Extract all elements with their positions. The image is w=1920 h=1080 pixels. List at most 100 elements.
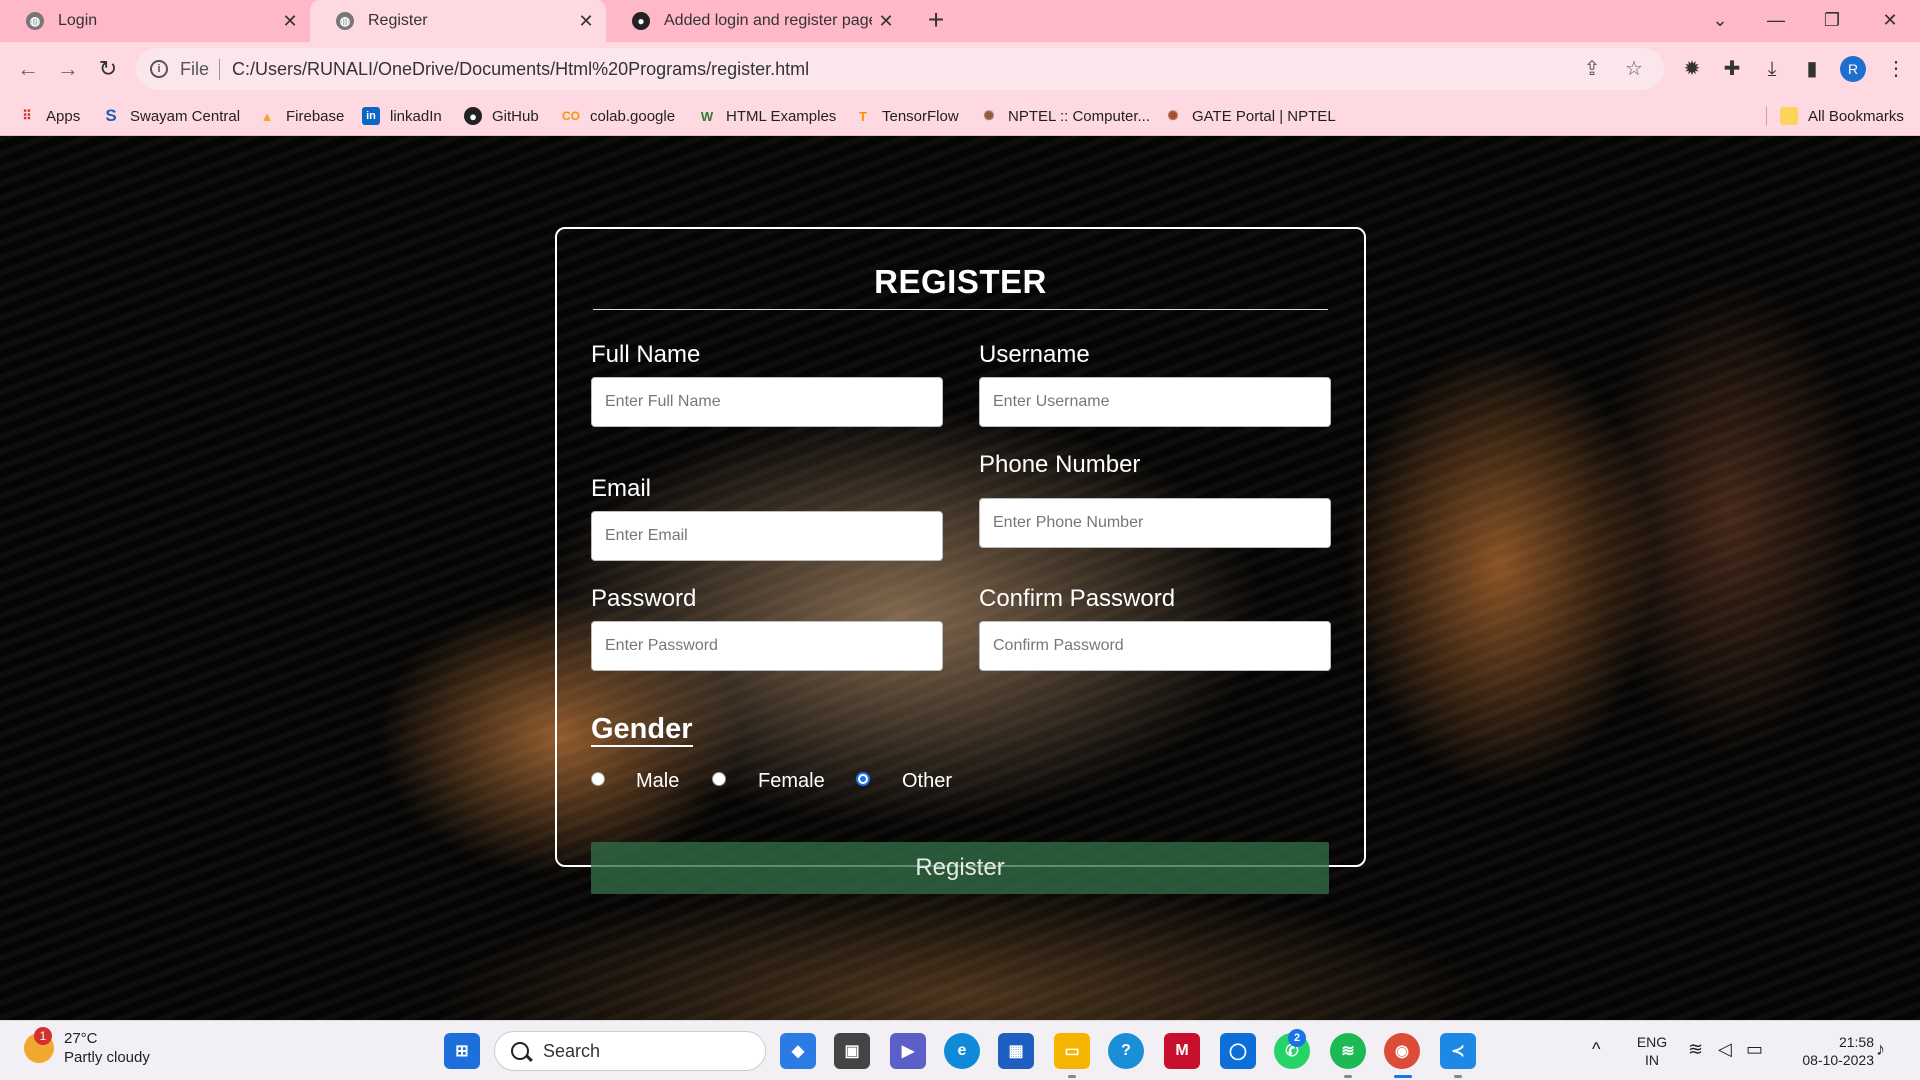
notification-bell-icon[interactable]: ♪ [1876, 1039, 1885, 1060]
all-bookmarks[interactable]: All Bookmarks [1780, 96, 1904, 136]
minimize-icon[interactable]: — [1756, 4, 1796, 36]
bookmark-label: GATE Portal | NPTEL [1192, 107, 1336, 125]
bookmark-nptel[interactable]: ✺ NPTEL :: Computer... [980, 96, 1150, 136]
vscode-icon[interactable]: ≺ [1440, 1033, 1476, 1069]
close-tab-icon[interactable]: ✕ [872, 11, 900, 32]
gender-label: Gender [591, 713, 693, 747]
star-icon[interactable]: ☆ [1618, 48, 1650, 90]
register-form: REGISTER Full Name Username Email Phone … [555, 227, 1366, 894]
forward-arrow-icon[interactable]: → [52, 53, 84, 85]
tab-github[interactable]: ● Added login and register pages ✕ [606, 0, 906, 42]
radio-other[interactable] [856, 772, 870, 786]
radio-female-label[interactable]: Female [758, 770, 825, 793]
bookmark-tensorflow[interactable]: T TensorFlow [854, 96, 959, 136]
close-tab-icon[interactable]: ✕ [572, 11, 600, 32]
username-input[interactable] [979, 377, 1331, 427]
weather-badge: 1 [34, 1027, 52, 1045]
extension-bug-icon[interactable]: ✹ [1676, 53, 1708, 85]
email-label: Email [591, 475, 652, 502]
bookmark-colab[interactable]: CO colab.google [562, 96, 675, 136]
bookmark-html-examples[interactable]: W HTML Examples [698, 96, 836, 136]
weather-widget[interactable]: 1 27°C Partly cloudy [24, 1027, 150, 1067]
edge-icon[interactable]: e [944, 1033, 980, 1069]
phone-input[interactable] [979, 498, 1331, 548]
globe-icon: ◍ [336, 12, 354, 30]
restore-icon[interactable]: ❐ [1812, 4, 1852, 36]
bookmark-github[interactable]: ● GitHub [464, 96, 539, 136]
chevron-up-icon[interactable]: ^ [1592, 1039, 1600, 1060]
apps-grid-icon: ⠿ [22, 108, 32, 123]
running-indicator [1454, 1075, 1462, 1078]
whatsapp-badge: 2 [1288, 1029, 1306, 1047]
alexa-icon[interactable]: ◯ [1220, 1033, 1256, 1069]
folder-icon [1780, 107, 1798, 125]
register-button[interactable]: Register [591, 842, 1329, 894]
battery-icon[interactable]: ▭ [1746, 1039, 1763, 1060]
url-text[interactable]: C:/Users/RUNALI/OneDrive/Documents/Html%… [232, 59, 809, 80]
tab-login[interactable]: ◍ Login ✕ [0, 0, 310, 42]
radio-male-label[interactable]: Male [636, 770, 679, 793]
puzzle-icon[interactable]: ✚ [1716, 53, 1748, 85]
bookmark-swayam[interactable]: S Swayam Central [102, 96, 240, 136]
back-arrow-icon[interactable]: ← [12, 53, 44, 85]
address-bar[interactable]: i File C:/Users/RUNALI/OneDrive/Document… [136, 48, 1664, 90]
confirm-password-input[interactable] [979, 621, 1331, 671]
nptel-icon: ✺ [983, 108, 995, 123]
store-icon[interactable]: ▦ [998, 1033, 1034, 1069]
colab-icon: CO [562, 109, 580, 123]
close-tab-icon[interactable]: ✕ [276, 11, 304, 32]
firebase-icon: ▲ [260, 108, 274, 124]
file-explorer-icon[interactable]: ▭ [1054, 1033, 1090, 1069]
plus-icon[interactable]: + [920, 5, 952, 37]
windows-start-icon[interactable]: ⊞ [444, 1033, 480, 1069]
running-indicator-active [1394, 1075, 1412, 1078]
spotify-icon[interactable]: ≋ [1330, 1033, 1366, 1069]
full-name-input[interactable] [591, 377, 943, 427]
username-label: Username [979, 341, 1090, 368]
password-label: Password [591, 585, 697, 612]
bookmark-label: GitHub [492, 107, 539, 125]
github-icon: ● [464, 107, 482, 125]
tab-title: Added login and register pages [664, 12, 872, 29]
address-toolbar: ← → ↻ i File C:/Users/RUNALI/OneDrive/Do… [0, 42, 1920, 96]
mcafee-icon[interactable]: M [1164, 1033, 1200, 1069]
info-icon[interactable]: i [150, 60, 168, 78]
language-indicator[interactable]: ENG IN [1630, 1033, 1674, 1069]
bookmark-apps[interactable]: ⠿ Apps [18, 96, 80, 136]
globe-icon: ◍ [26, 12, 44, 30]
kebab-menu-icon[interactable]: ⋮ [1880, 53, 1912, 85]
clock[interactable]: 21:58 08-10-2023 [1782, 1033, 1874, 1069]
bookmark-firebase[interactable]: ▲ Firebase [258, 96, 345, 136]
bookmark-gate[interactable]: ✺ GATE Portal | NPTEL [1164, 96, 1336, 136]
side-panel-icon[interactable]: ▮ [1796, 53, 1828, 85]
radio-male[interactable] [591, 772, 605, 786]
search-label: Search [543, 1040, 601, 1061]
tab-register[interactable]: ◍ Register ✕ [310, 0, 606, 42]
volume-muted-icon[interactable]: ◁ [1718, 1039, 1732, 1060]
meet-icon[interactable]: ▶ [890, 1033, 926, 1069]
radio-female[interactable] [712, 772, 726, 786]
chrome-icon[interactable]: ◉ [1384, 1033, 1420, 1069]
chevron-down-icon[interactable]: ⌄ [1700, 4, 1740, 36]
task-view-icon[interactable]: ▣ [834, 1033, 870, 1069]
close-window-icon[interactable]: ✕ [1870, 4, 1910, 36]
radio-other-label[interactable]: Other [902, 770, 952, 793]
share-icon[interactable]: ⇪ [1576, 48, 1608, 90]
taskbar-search[interactable]: Search [494, 1031, 766, 1071]
swayam-icon: S [105, 106, 117, 125]
confirm-password-label: Confirm Password [979, 585, 1176, 612]
reload-icon[interactable]: ↻ [92, 53, 124, 85]
bookmark-linkedin[interactable]: in linkadIn [362, 96, 442, 136]
bookmark-label: TensorFlow [882, 107, 959, 125]
tab-strip: ◍ Login ✕ ◍ Register ✕ ● Added login and… [0, 0, 1920, 42]
wifi-icon[interactable]: ≋ [1688, 1039, 1703, 1060]
language-code: ENG [1636, 1034, 1668, 1050]
password-input[interactable] [591, 621, 943, 671]
w3-icon: W [700, 108, 714, 124]
partly-cloudy-icon: 1 [24, 1027, 54, 1063]
profile-avatar[interactable]: R [1840, 56, 1866, 82]
email-input[interactable] [591, 511, 943, 561]
help-icon[interactable]: ? [1108, 1033, 1144, 1069]
download-icon[interactable]: ⤓ [1756, 53, 1788, 85]
copilot-icon[interactable]: ◆ [780, 1033, 816, 1069]
